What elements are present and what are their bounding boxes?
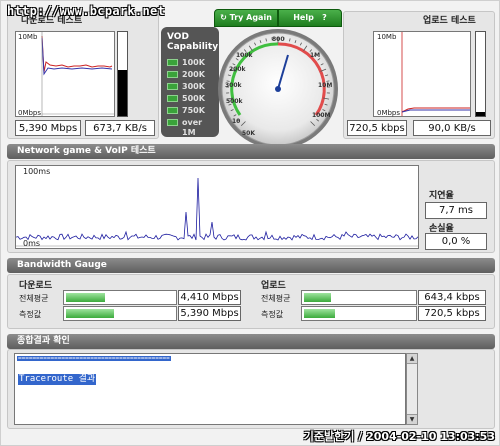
download-mbps-value: 5,390 Mbps: [15, 120, 81, 136]
speedtest-window: http://www.bcpark.net 다운로드 테스트 10Mb 0Mbp…: [0, 0, 500, 446]
gauge-dial: 100k 200k 300k 500k 800 1M 10M 100M 10 5…: [218, 29, 338, 149]
vod-title: VOD Capability: [167, 32, 218, 52]
bw-upload-title: 업로드: [261, 281, 286, 291]
download-axis-top: 10Mb: [18, 33, 38, 41]
try-again-button[interactable]: ↻ Try Again: [214, 9, 278, 27]
upload-axis-top: 10Mb: [377, 33, 397, 41]
vod-item-label: 100K: [182, 58, 205, 67]
upload-level-fill: [476, 111, 485, 116]
gauge-hub: [275, 86, 281, 92]
gauge-tick-label: 100k: [236, 52, 254, 59]
bw-upload-avg-label: 전체평균: [261, 294, 291, 303]
bw-upload-avg-fill: [304, 293, 332, 302]
download-level-fill: [118, 69, 127, 116]
speed-gauge: ↻ Try Again Help ? 100k 200k 300k 500k 8…: [214, 9, 342, 155]
vod-item: 200K: [167, 70, 217, 80]
vod-title-line2: Capability: [167, 42, 219, 52]
gauge-tick-label: 10: [232, 118, 240, 125]
gauge-tick-label: 300k: [225, 82, 243, 89]
vod-item-label: 300K: [182, 82, 205, 91]
vod-indicator-light: [167, 95, 178, 102]
bw-download-measured-fill: [66, 309, 115, 318]
bw-download-title: 다운로드: [19, 281, 53, 291]
bw-upload-avg-bar: [301, 290, 417, 305]
vod-item: over 1M: [167, 118, 217, 137]
upload-title: 업로드 테스트: [423, 16, 476, 26]
vod-item-label: 750K: [182, 106, 205, 115]
bw-download-avg-value: 4,410 Mbps: [178, 290, 241, 305]
gauge-tick-label: 100M: [312, 112, 331, 119]
bw-download-avg-label: 전체평균: [19, 294, 49, 303]
vod-indicator-light: [167, 119, 178, 126]
vod-indicator-light: [167, 71, 178, 78]
network-axis-top: 100ms: [23, 167, 51, 176]
vod-title-line1: VOD: [167, 32, 189, 42]
help-icon: ?: [322, 13, 327, 22]
bw-download-measured-bar: [63, 306, 177, 321]
download-level-bar: [117, 31, 128, 117]
latency-label: 지연율: [429, 191, 454, 201]
loss-value: 0,0 %: [425, 233, 487, 250]
bw-upload-avg-value: 643,4 kbps: [418, 290, 486, 305]
upload-graph: [401, 32, 470, 116]
vod-item-label: 200K: [182, 70, 205, 79]
latency-value: 7,7 ms: [425, 202, 487, 219]
try-again-label: Try Again: [229, 13, 272, 22]
help-label: Help: [293, 13, 314, 22]
gauge-tick-label: 1M: [310, 52, 320, 59]
download-kbs-value: 673,7 KB/s: [85, 120, 155, 136]
gauge-tick-label: 500k: [226, 98, 244, 105]
vod-item: 750K: [167, 106, 217, 116]
vod-indicator-light: [167, 107, 178, 114]
results-separator: ========================================…: [17, 356, 171, 361]
traceroute-label: Traceroute 결과: [18, 374, 97, 385]
gauge-tick-label: 50K: [242, 130, 255, 137]
vod-indicator-light: [167, 83, 178, 90]
help-button[interactable]: Help ?: [278, 9, 342, 27]
watermark-url: http://www.bcpark.net: [7, 4, 166, 18]
bw-download-measured-value: 5,390 Mbps: [178, 306, 241, 321]
vod-item: 300K: [167, 82, 217, 92]
upload-kbs-value: 90,0 KB/s: [413, 120, 491, 136]
gauge-tick-label: 10M: [318, 82, 332, 89]
results-section-header: 종합결과 확인: [7, 334, 495, 349]
results-scrollbar[interactable]: ▲ ▼: [406, 353, 418, 425]
download-graph: [41, 32, 114, 116]
vod-indicator-light: [167, 59, 178, 66]
vod-item: 500K: [167, 94, 217, 104]
download-chart: [15, 31, 115, 117]
bw-upload-measured-bar: [301, 306, 417, 321]
scroll-down-icon[interactable]: ▼: [407, 414, 417, 424]
network-latency-graph: [15, 177, 419, 247]
network-axis-bottom: 0ms: [23, 239, 41, 248]
refresh-icon: ↻: [220, 13, 227, 22]
download-axis-bottom: 0Mbps: [18, 109, 42, 117]
gauge-tick-label: 200k: [229, 66, 247, 73]
upload-kbps-value: 720,5 kbps: [347, 120, 407, 136]
network-chart: [15, 165, 419, 249]
network-section-header: Network game & VoIP 테스트: [7, 144, 495, 159]
bw-download-avg-fill: [66, 293, 106, 302]
vod-item: 100K: [167, 58, 217, 68]
results-textarea[interactable]: ========================================…: [14, 353, 406, 425]
bandwidth-section-header: Bandwidth Gauge: [7, 258, 495, 273]
upload-axis-bottom: 0Mbps: [377, 109, 401, 117]
vod-item-label: over 1M: [182, 118, 203, 137]
upload-chart: [373, 31, 471, 117]
vod-item-label: 500K: [182, 94, 205, 103]
bw-upload-measured-fill: [304, 309, 335, 318]
gauge-tick-label: 800: [272, 36, 285, 43]
scroll-up-icon[interactable]: ▲: [407, 354, 417, 364]
bw-upload-measured-value: 720,5 kbps: [418, 306, 486, 321]
bw-download-measured-label: 측정값: [19, 310, 42, 319]
bw-download-avg-bar: [63, 290, 177, 305]
footer-timestamp: 기준발한기 / 2004-02-10 13:03:53: [303, 430, 495, 443]
upload-level-bar: [475, 31, 486, 117]
bw-upload-measured-label: 측정값: [261, 310, 284, 319]
